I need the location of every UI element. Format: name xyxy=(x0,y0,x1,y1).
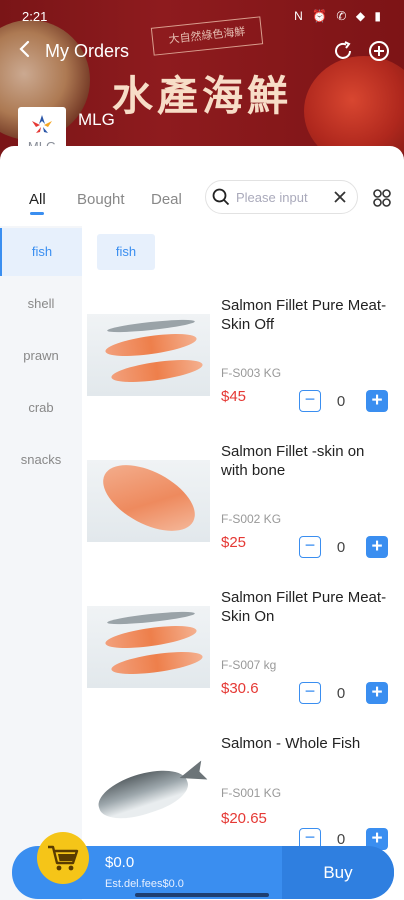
refresh-button[interactable] xyxy=(332,40,354,62)
minus-icon: − xyxy=(304,827,316,847)
product-quantity: 0 xyxy=(336,685,346,702)
refresh-icon xyxy=(335,41,351,59)
cart-total: $0.0 xyxy=(105,854,135,871)
minus-icon: − xyxy=(304,535,316,555)
category-sidebar: fish shell prawn crab snacks xyxy=(0,226,82,900)
decrease-quantity-button[interactable]: − xyxy=(299,536,321,558)
category-fish[interactable]: fish xyxy=(0,228,82,276)
whole-salmon-image xyxy=(87,752,210,834)
tab-deal[interactable]: Deal xyxy=(151,191,182,208)
category-shell[interactable]: shell xyxy=(0,280,82,328)
minus-icon: − xyxy=(304,389,316,409)
plus-icon: + xyxy=(371,536,383,557)
shopping-cart-icon xyxy=(48,845,79,871)
status-bar: 2:21 N ⏰ ✆ ◆ ▮ xyxy=(0,0,404,32)
increase-quantity-button[interactable]: + xyxy=(366,536,388,558)
banner-headline: 水產海鮮 xyxy=(112,72,292,120)
tab-all[interactable]: All xyxy=(29,191,46,208)
product-item[interactable]: Salmon Fillet -skin on with bone F-S002 … xyxy=(82,442,404,588)
product-price: $30.6 xyxy=(221,680,259,697)
product-name: Salmon - Whole Fish xyxy=(221,735,361,752)
buy-button[interactable]: Buy xyxy=(282,846,394,899)
tab-active-indicator xyxy=(30,212,44,215)
subcategory-chip-fish[interactable]: fish xyxy=(97,234,155,270)
page-title: My Orders xyxy=(45,41,130,61)
product-code: F-S003 KG xyxy=(221,366,282,380)
chevron-left-icon xyxy=(19,40,30,58)
plus-circle-icon xyxy=(369,41,389,61)
close-icon[interactable] xyxy=(332,189,348,205)
minus-icon: − xyxy=(304,681,316,701)
increase-quantity-button[interactable]: + xyxy=(366,390,388,412)
grid-view-icon[interactable] xyxy=(372,188,392,208)
search-icon xyxy=(212,188,230,206)
status-indicator-icons: N ⏰ ✆ ◆ ▮ xyxy=(294,9,384,23)
decrease-quantity-button[interactable]: − xyxy=(299,682,321,704)
plus-icon: + xyxy=(371,682,383,703)
add-button[interactable] xyxy=(368,40,390,62)
category-prawn[interactable]: prawn xyxy=(0,332,82,380)
status-indicators: N ⏰ ✆ ◆ ▮ xyxy=(294,9,384,23)
product-item[interactable]: Salmon Fillet Pure Meat- Skin Off F-S003… xyxy=(82,296,404,442)
delivery-fee: Est.del.fees$0.0 xyxy=(105,878,184,890)
back-button[interactable] xyxy=(14,38,36,60)
product-quantity: 0 xyxy=(336,539,346,556)
salmon-fillet-bone-image xyxy=(87,460,210,542)
salmon-fillet-skinless-image xyxy=(87,314,210,396)
search-input[interactable] xyxy=(236,186,328,208)
increase-quantity-button[interactable]: + xyxy=(366,682,388,704)
status-time: 2:21 xyxy=(22,9,48,24)
plus-icon: + xyxy=(371,390,383,411)
home-indicator xyxy=(135,893,269,897)
product-code: F-S002 KG xyxy=(221,512,282,526)
product-name: Salmon Fillet Pure Meat- Skin Off xyxy=(221,297,387,333)
product-price: $20.65 xyxy=(221,810,267,827)
product-item[interactable]: Salmon Fillet Pure Meat- Skin On F-S007 … xyxy=(82,588,404,734)
decrease-quantity-button[interactable]: − xyxy=(299,390,321,412)
product-price: $25 xyxy=(221,534,247,551)
banner-crayfish-dish-image xyxy=(304,56,404,160)
product-code: F-S007 kg xyxy=(221,658,277,672)
product-name: Salmon Fillet -skin on with bone xyxy=(221,443,365,479)
product-code: F-S001 KG xyxy=(221,786,282,800)
tab-bought[interactable]: Bought xyxy=(77,191,125,208)
category-crab[interactable]: crab xyxy=(0,384,82,432)
brand-name: MLG xyxy=(78,110,115,129)
salmon-fillet-skin-on-image xyxy=(87,606,210,688)
product-name: Salmon Fillet Pure Meat- Skin On xyxy=(221,589,387,625)
category-snacks[interactable]: snacks xyxy=(0,436,82,484)
product-price: $45 xyxy=(221,388,247,405)
product-quantity: 0 xyxy=(336,393,346,410)
